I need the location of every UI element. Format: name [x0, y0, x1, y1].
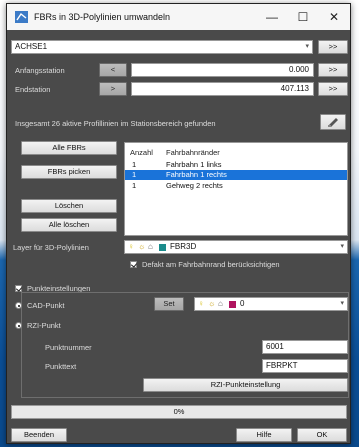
- list-header-count: Anzahl: [130, 148, 153, 157]
- delete-button[interactable]: Löschen: [21, 199, 117, 213]
- status-text: Insgesamt 26 aktive Profillinien im Stat…: [15, 119, 216, 128]
- close-button[interactable]: ✕: [320, 6, 348, 28]
- minimize-button[interactable]: —: [258, 6, 286, 28]
- layer-color-swatch: [159, 244, 166, 251]
- pencil-icon: [328, 118, 338, 127]
- sun-icon: ☼: [138, 242, 146, 251]
- delete-all-button[interactable]: Alle löschen: [21, 218, 117, 232]
- list-item-name: Fahrbahn 1 rechts: [166, 170, 227, 179]
- lock-icon: ⌂: [218, 299, 223, 308]
- sun-icon: ☼: [208, 299, 216, 308]
- list-item-count: 1: [132, 181, 137, 190]
- ok-button[interactable]: OK: [297, 428, 347, 442]
- lock-icon: ⌂: [148, 242, 153, 251]
- fbr-list[interactable]: Anzahl Fahrbahnränder 1 Fahrbahn 1 links…: [124, 142, 348, 236]
- list-item[interactable]: 1 Fahrbahn 1 links: [125, 160, 347, 170]
- chevron-down-icon: ▾: [340, 300, 344, 307]
- lightbulb-icon: ♀: [198, 299, 204, 308]
- point-settings-checkbox[interactable]: [15, 285, 22, 292]
- cad-point-label: CAD-Punkt: [27, 301, 65, 310]
- rzi-point-radio[interactable]: [15, 322, 22, 329]
- rzi-point-label: RZI-Punkt: [27, 321, 61, 330]
- list-item-name: Gehweg 2 rechts: [166, 181, 223, 190]
- point-layer-select[interactable]: ♀ ☼ ⌂ 0 ▾: [194, 297, 348, 311]
- point-text-label: Punkttext: [45, 362, 77, 371]
- start-pick-button[interactable]: <: [99, 63, 127, 77]
- app-icon: [15, 11, 28, 23]
- start-station-field[interactable]: 0.000: [131, 63, 314, 77]
- layer-label: Layer für 3D-Polylinien: [13, 243, 89, 252]
- pick-fbrs-button[interactable]: FBRs picken: [21, 165, 117, 179]
- point-number-field[interactable]: 6001: [262, 340, 348, 354]
- cad-point-radio[interactable]: [15, 302, 22, 309]
- point-text-field[interactable]: FBRPKT: [262, 359, 348, 373]
- start-station-label: Anfangsstation: [15, 66, 65, 75]
- list-header-name: Fahrbahnränder: [166, 148, 220, 157]
- axis-more-button[interactable]: >>: [318, 40, 348, 54]
- list-item-count: 1: [132, 160, 137, 169]
- exit-button[interactable]: Beenden: [11, 428, 67, 442]
- point-layer-value: 0: [240, 299, 245, 308]
- axis-value: ACHSE1: [15, 42, 48, 51]
- list-item-selected[interactable]: 1 Fahrbahn 1 rechts: [125, 170, 347, 180]
- layer-value: FBR3D: [170, 242, 197, 251]
- lightbulb-icon: ♀: [128, 242, 134, 251]
- window-title: FBRs in 3D-Polylinien umwandeln: [34, 12, 171, 22]
- all-fbrs-button[interactable]: Alle FBRs: [21, 141, 117, 155]
- rzi-settings-button[interactable]: RZI-Punkteinstellung: [143, 378, 348, 392]
- help-button[interactable]: Hilfe: [236, 428, 292, 442]
- list-item-name: Fahrbahn 1 links: [166, 160, 222, 169]
- layer-color-swatch: [229, 301, 236, 308]
- chevron-down-icon: ▾: [340, 243, 344, 250]
- dialog-window: FBRs in 3D-Polylinien umwandeln — ☐ ✕ AC…: [6, 3, 351, 444]
- default-checkbox-label: Defakt am Fahrbahnrand berücksichtigen: [142, 260, 280, 269]
- end-station-field[interactable]: 407.113: [131, 82, 314, 96]
- default-checkbox[interactable]: [130, 261, 137, 268]
- maximize-button[interactable]: ☐: [289, 6, 317, 28]
- list-item[interactable]: 1 Gehweg 2 rechts: [125, 181, 347, 191]
- end-station-label: Endstation: [15, 85, 51, 94]
- point-number-label: Punktnummer: [45, 343, 92, 352]
- edit-button[interactable]: [320, 114, 346, 130]
- set-button[interactable]: Set: [154, 297, 184, 311]
- progress-bar: 0%: [11, 405, 347, 419]
- list-item-count: 1: [132, 170, 137, 179]
- axis-select[interactable]: ACHSE1 ▾: [11, 40, 313, 54]
- title-bar: FBRs in 3D-Polylinien umwandeln — ☐ ✕: [7, 4, 350, 30]
- end-pick-button[interactable]: >: [99, 82, 127, 96]
- end-more-button[interactable]: >>: [318, 82, 348, 96]
- start-more-button[interactable]: >>: [318, 63, 348, 77]
- chevron-down-icon: ▾: [305, 43, 309, 50]
- layer-select[interactable]: ♀ ☼ ⌂ FBR3D ▾: [124, 240, 348, 254]
